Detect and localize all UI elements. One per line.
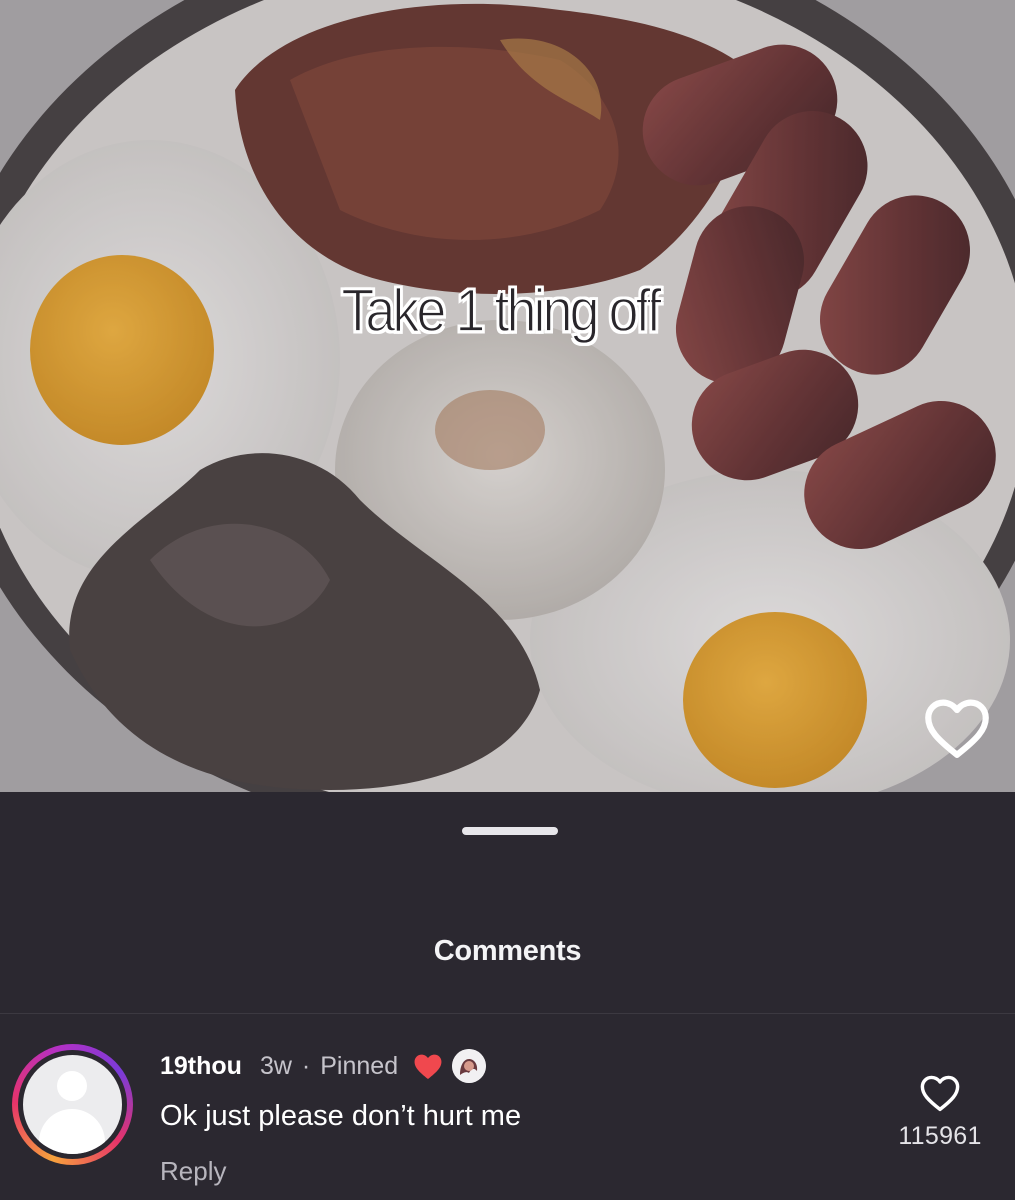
comments-sheet: Comments 19thou 3w · Pinned Ok just plea… <box>0 792 1015 1200</box>
comments-title: Comments <box>433 935 582 967</box>
video-caption: Take 1 thing off <box>341 277 663 346</box>
comment-meta: 19thou 3w · Pinned <box>160 1048 487 1084</box>
comment-item: 19thou 3w · Pinned Ok just please don’t … <box>0 1032 1015 1200</box>
comment-age: 3w <box>259 1051 292 1080</box>
video-player[interactable]: Take 1 thing off <box>0 0 1015 792</box>
comment-username[interactable]: 19thou <box>160 1052 242 1081</box>
heart-outline-icon <box>920 1075 960 1112</box>
comment-like-button[interactable] <box>917 1072 963 1114</box>
creator-heart-icon <box>412 1052 444 1081</box>
sheet-drag-handle[interactable] <box>462 827 558 835</box>
divider <box>0 1013 1015 1014</box>
comment-text: Ok just please don’t hurt me <box>160 1100 522 1132</box>
creator-avatar-icon <box>452 1049 487 1083</box>
pinned-label: Pinned <box>320 1051 399 1080</box>
comment-avatar[interactable] <box>12 1044 133 1165</box>
heart-outline-icon <box>925 699 989 758</box>
video-like-button[interactable] <box>922 697 998 767</box>
breakfast-plate-image <box>0 0 1015 792</box>
reply-button[interactable]: Reply <box>160 1156 226 1187</box>
default-avatar-icon <box>23 1055 122 1154</box>
comment-like-count: 115961 <box>898 1122 982 1150</box>
meta-separator: · <box>301 1051 311 1080</box>
